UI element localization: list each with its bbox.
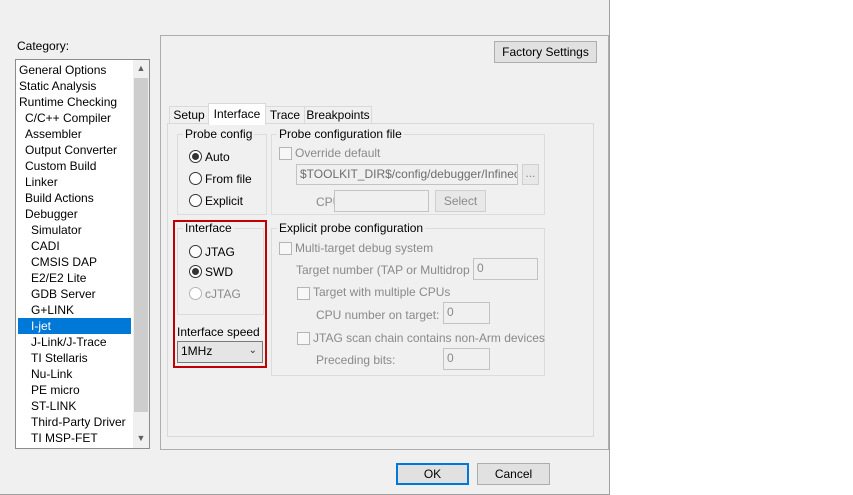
category-item[interactable]: ST-LINK — [18, 398, 131, 414]
probe-file-title: Probe configuration file — [277, 127, 404, 141]
category-item[interactable]: CMSIS DAP — [18, 254, 131, 270]
category-item[interactable]: PE micro — [18, 382, 131, 398]
cancel-button[interactable]: Cancel — [477, 463, 550, 485]
category-label: Category: — [17, 39, 70, 53]
category-item[interactable]: Output Converter — [18, 142, 131, 158]
interface-highlight-box — [173, 220, 267, 368]
cpu-number-field[interactable]: 0 — [443, 302, 490, 324]
cpu-number-label: CPU number on target: — [316, 308, 440, 322]
category-item[interactable]: Nu-Link — [18, 366, 131, 382]
category-item[interactable]: G+LINK — [18, 302, 131, 318]
multi-cpu-checkbox[interactable] — [297, 287, 310, 300]
category-item[interactable]: Build Actions — [18, 190, 131, 206]
probe-explicit-radio[interactable] — [189, 194, 202, 207]
tab-breakpoints[interactable]: Breakpoints — [304, 106, 372, 124]
ok-button[interactable]: OK — [396, 463, 469, 485]
preceding-bits-label: Preceding bits: — [316, 353, 396, 367]
probe-fromfile-radio[interactable] — [189, 172, 202, 185]
target-number-field[interactable]: 0 — [473, 258, 538, 280]
probe-explicit-label: Explicit — [205, 194, 244, 208]
cpu-field[interactable] — [334, 190, 429, 212]
scrollbar-thumb[interactable] — [134, 78, 148, 412]
category-item[interactable]: C/C++ Compiler — [18, 110, 131, 126]
category-item[interactable]: Custom Build — [18, 158, 131, 174]
probe-config-title: Probe config — [183, 127, 255, 141]
tab-setup[interactable]: Setup — [169, 106, 209, 124]
scroll-up-icon[interactable]: ▲ — [133, 60, 149, 76]
options-dialog: Category: General Options Static Analysis… — [0, 0, 610, 495]
category-item[interactable]: Simulator — [18, 222, 131, 238]
select-button[interactable]: Select — [435, 190, 486, 212]
category-list[interactable]: General Options Static Analysis Runtime Ch… — [15, 59, 150, 449]
override-default-checkbox[interactable] — [279, 147, 292, 160]
probe-auto-radio[interactable] — [189, 150, 202, 163]
category-item[interactable]: CADI — [18, 238, 131, 254]
category-item[interactable]: Assembler — [18, 126, 131, 142]
category-item[interactable]: Debugger — [18, 206, 131, 222]
probe-auto-label: Auto — [205, 150, 230, 164]
category-item[interactable]: GDB Server — [18, 286, 131, 302]
scroll-down-icon[interactable]: ▼ — [133, 430, 149, 446]
target-number-label: Target number (TAP or Multidrop ID): — [296, 263, 493, 277]
probe-file-path-field[interactable]: $TOOLKIT_DIR$/config/debugger/Infineon/ — [296, 164, 518, 185]
category-item[interactable]: TI Stellaris — [18, 350, 131, 366]
category-item[interactable]: General Options — [18, 62, 131, 78]
tab-interface[interactable]: Interface — [208, 103, 266, 125]
multi-target-checkbox[interactable] — [279, 242, 292, 255]
category-item[interactable]: Third-Party Driver — [18, 414, 131, 430]
jtag-chain-checkbox[interactable] — [297, 332, 310, 345]
category-item[interactable]: Static Analysis — [18, 78, 131, 94]
factory-settings-button[interactable]: Factory Settings — [494, 41, 597, 63]
multi-target-label: Multi-target debug system — [295, 241, 434, 255]
category-item[interactable]: E2/E2 Lite — [18, 270, 131, 286]
jtag-chain-label: JTAG scan chain contains non-Arm devices — [313, 331, 545, 345]
category-item[interactable]: Runtime Checking — [18, 94, 131, 110]
explicit-probe-title: Explicit probe configuration — [277, 221, 426, 235]
browse-button[interactable]: ... — [522, 164, 539, 185]
category-item[interactable]: Linker — [18, 174, 131, 190]
probe-fromfile-label: From file — [205, 172, 252, 186]
category-item[interactable]: J-Link/J-Trace — [18, 334, 131, 350]
multi-cpu-label: Target with multiple CPUs — [313, 285, 451, 299]
override-default-label: Override default — [295, 146, 381, 160]
preceding-bits-field[interactable]: 0 — [443, 348, 490, 370]
tab-trace[interactable]: Trace — [265, 106, 305, 124]
category-item[interactable]: I-jet — [18, 318, 131, 334]
category-item[interactable]: TI MSP-FET — [18, 430, 131, 446]
category-scrollbar[interactable]: ▲ ▼ — [133, 60, 149, 448]
